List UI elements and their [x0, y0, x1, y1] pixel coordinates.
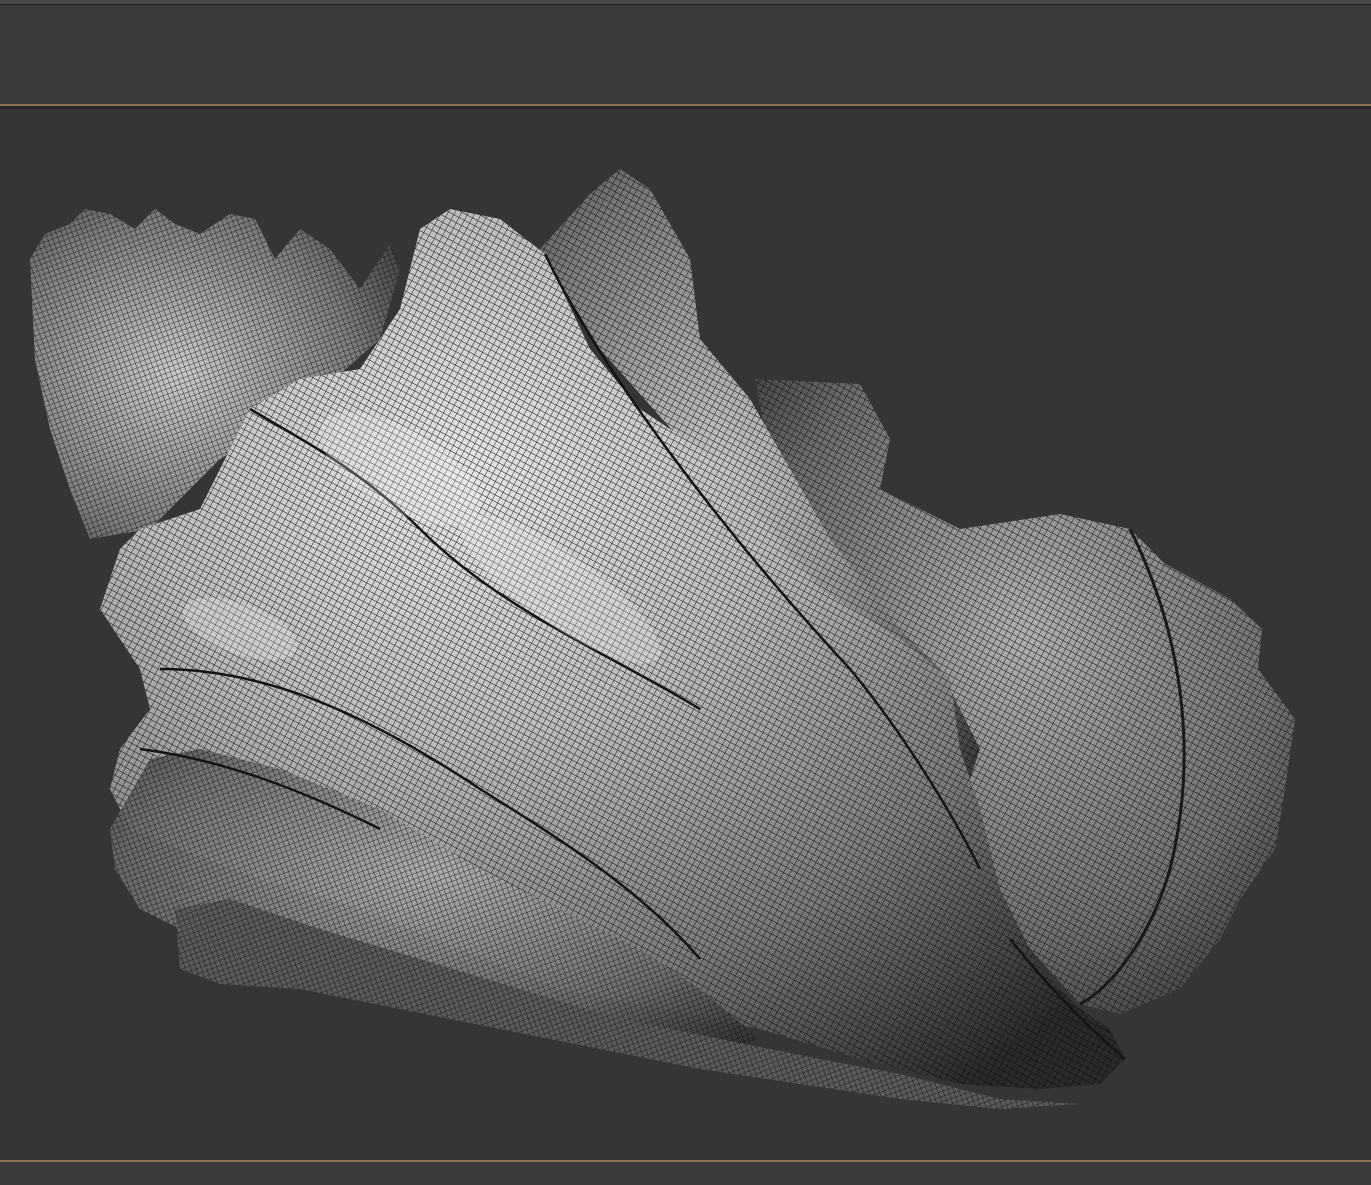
bottom-status-bar — [0, 1162, 1371, 1185]
top-toolbar — [0, 5, 1371, 104]
3d-editor-window — [0, 0, 1371, 1185]
viewport-3d[interactable] — [0, 109, 1371, 1160]
seashell-3d-model[interactable] — [0, 109, 1371, 1160]
